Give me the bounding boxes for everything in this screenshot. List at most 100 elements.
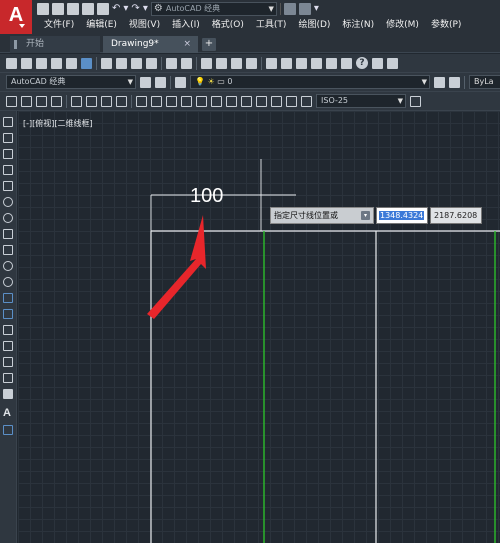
spline-icon[interactable] <box>3 245 13 255</box>
diameter-icon[interactable] <box>101 95 112 107</box>
close-icon[interactable]: × <box>183 36 191 52</box>
tool-palettes-icon[interactable] <box>296 57 307 69</box>
radius-icon[interactable] <box>71 95 82 107</box>
menu-modify[interactable]: 修改(M) <box>380 17 425 34</box>
quickcalc-icon[interactable] <box>341 57 352 69</box>
ellipse-arc-icon[interactable] <box>3 277 13 287</box>
workspace-switcher[interactable]: ⚙ AutoCAD 经典 ▼ <box>150 1 277 16</box>
jogged-linear-icon[interactable] <box>256 95 267 107</box>
menu-edit[interactable]: 编辑(E) <box>80 17 123 34</box>
application-menu-button[interactable]: A <box>0 0 32 34</box>
options-arrow-icon[interactable]: ▾ <box>361 211 370 220</box>
insert-block-icon[interactable] <box>3 293 13 303</box>
dimension-edit-icon[interactable] <box>271 95 282 107</box>
region-icon[interactable] <box>3 373 13 383</box>
tab-drawing[interactable]: Drawing9* × <box>103 36 198 53</box>
construction-line-icon[interactable] <box>3 133 13 143</box>
menu-format[interactable]: 格式(O) <box>206 17 250 34</box>
layer-properties-icon[interactable] <box>372 57 383 69</box>
dimension-space-icon[interactable] <box>181 95 192 107</box>
make-block-icon[interactable] <box>3 309 13 319</box>
workspace-save-icon[interactable] <box>155 76 166 88</box>
zoom-previous-icon[interactable] <box>246 57 257 69</box>
save-icon[interactable] <box>67 2 79 15</box>
redo-icon[interactable] <box>181 57 192 69</box>
markup-icon[interactable] <box>326 57 337 69</box>
revision-cloud-icon[interactable] <box>3 229 13 239</box>
new-tab-button[interactable]: + <box>202 38 216 51</box>
redo-icon[interactable]: ↷ <box>131 3 139 15</box>
circle-icon[interactable] <box>3 213 13 223</box>
menu-draw[interactable]: 绘图(D) <box>292 17 336 34</box>
layer-previous-icon[interactable] <box>449 76 460 88</box>
layer-select[interactable]: 💡 ☀ ▭ 0 ▼ <box>190 75 430 89</box>
match-properties-icon[interactable] <box>283 2 296 15</box>
gradient-icon[interactable] <box>3 357 13 367</box>
ordinate-icon[interactable] <box>51 95 62 107</box>
redo-dropdown-icon[interactable]: ▾ <box>143 3 148 15</box>
paste-icon[interactable] <box>131 57 142 69</box>
dimension-update-icon[interactable] <box>301 95 312 107</box>
color-select[interactable]: ByLa <box>469 75 500 89</box>
menu-tools[interactable]: 工具(T) <box>250 17 293 34</box>
menu-file[interactable]: 文件(F) <box>34 17 80 34</box>
linear-dimension-icon[interactable] <box>6 95 17 107</box>
arc-icon[interactable] <box>3 197 13 207</box>
center-mark-icon[interactable] <box>226 95 237 107</box>
add-selected-icon[interactable] <box>3 425 13 435</box>
dimension-style-icon[interactable] <box>410 95 421 107</box>
design-center-icon[interactable] <box>281 57 292 69</box>
menu-parametric[interactable]: 参数(P) <box>425 17 467 34</box>
make-current-layer-icon[interactable] <box>434 76 445 88</box>
properties-icon[interactable] <box>266 57 277 69</box>
undo-icon[interactable]: ↶ <box>112 3 120 15</box>
continue-icon[interactable] <box>166 95 177 107</box>
menu-dimension[interactable]: 标注(N) <box>336 17 380 34</box>
save-icon[interactable] <box>36 57 47 69</box>
dynamic-input-y-field[interactable]: 2187.6208 <box>430 207 482 224</box>
pan-icon[interactable] <box>201 57 212 69</box>
new-icon[interactable] <box>6 57 17 69</box>
polyline-icon[interactable] <box>3 149 13 159</box>
menu-insert[interactable]: 插入(I) <box>166 17 206 34</box>
cut-icon[interactable] <box>101 57 112 69</box>
quick-dimension-icon[interactable] <box>136 95 147 107</box>
dimension-style-select[interactable]: ISO-25 ▼ <box>316 94 406 108</box>
dimension-text-edit-icon[interactable] <box>286 95 297 107</box>
copy-icon[interactable] <box>116 57 127 69</box>
table-icon[interactable] <box>3 389 13 399</box>
match-properties-icon[interactable] <box>146 57 157 69</box>
new-file-icon[interactable] <box>37 2 49 15</box>
plot-icon[interactable] <box>97 2 109 15</box>
share-icon[interactable] <box>298 2 311 15</box>
line-icon[interactable] <box>3 117 13 127</box>
sheet-set-icon[interactable] <box>311 57 322 69</box>
tolerance-icon[interactable] <box>211 95 222 107</box>
hatch-icon[interactable] <box>3 341 13 351</box>
drawing-canvas[interactable]: [-][俯视][二维线框] 100 指定尺寸线位置或 ▾ 1348.4324 2… <box>18 111 500 543</box>
zoom-window-icon[interactable] <box>231 57 242 69</box>
aligned-dimension-icon[interactable] <box>21 95 32 107</box>
ellipse-icon[interactable] <box>3 261 13 271</box>
layer-state-icon[interactable] <box>387 57 398 69</box>
customize-qat-icon[interactable]: ▾ <box>314 3 319 15</box>
plot-icon[interactable] <box>51 57 62 69</box>
workspace-select[interactable]: AutoCAD 经典 ▼ <box>6 75 136 89</box>
jogged-icon[interactable] <box>86 95 97 107</box>
arc-length-icon[interactable] <box>36 95 47 107</box>
publish-icon[interactable] <box>81 57 92 69</box>
plot-preview-icon[interactable] <box>66 57 77 69</box>
dynamic-input-x-field[interactable]: 1348.4324 <box>376 207 428 224</box>
dimension-break-icon[interactable] <box>196 95 207 107</box>
baseline-icon[interactable] <box>151 95 162 107</box>
workspace-settings-icon[interactable] <box>140 76 151 88</box>
layer-manager-icon[interactable] <box>175 76 186 88</box>
undo-icon[interactable] <box>166 57 177 69</box>
zoom-realtime-icon[interactable] <box>216 57 227 69</box>
undo-dropdown-icon[interactable]: ▾ <box>123 3 128 15</box>
menu-view[interactable]: 视图(V) <box>123 17 166 34</box>
inspection-icon[interactable] <box>241 95 252 107</box>
save-as-icon[interactable] <box>82 2 94 15</box>
open-file-icon[interactable] <box>52 2 64 15</box>
open-icon[interactable] <box>21 57 32 69</box>
